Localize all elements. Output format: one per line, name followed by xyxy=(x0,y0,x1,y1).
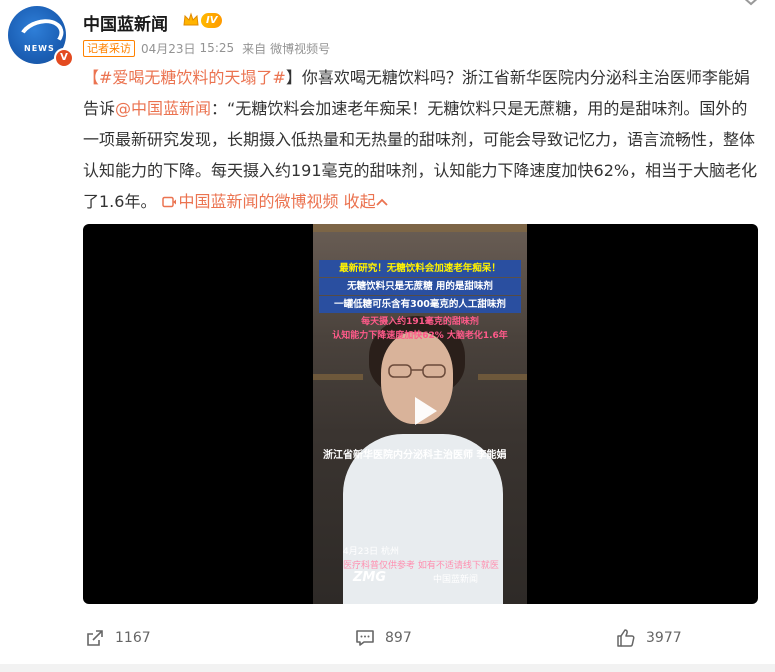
source-link[interactable]: 微博视频号 xyxy=(270,40,330,57)
chevron-down-icon[interactable] xyxy=(740,0,762,8)
comment-button[interactable]: 897 xyxy=(355,628,412,648)
crown-icon[interactable] xyxy=(182,11,200,29)
avatar[interactable]: NEWS V xyxy=(8,6,74,68)
speaker-caption: 浙江省新华医院内分泌科主治医师 李能娟 xyxy=(323,450,507,461)
mention-link[interactable]: @中国蓝新闻 xyxy=(115,99,211,118)
video-player[interactable]: 最新研究！无糖饮料会加速老年痴呆！ 无糖饮料只是无蔗糖 用的是甜味剂 一罐低糖可… xyxy=(83,224,758,604)
video-caption-2: 无糖饮料只是无蔗糖 用的是甜味剂 xyxy=(319,278,521,295)
video-link-label: 中国蓝新闻的微博视频 xyxy=(178,192,339,211)
post-date[interactable]: 04月23日 xyxy=(141,40,196,57)
video-link-icon xyxy=(161,196,176,208)
share-count: 1167 xyxy=(115,630,151,646)
comment-count: 897 xyxy=(385,630,412,646)
collapse-label: 收起 xyxy=(343,192,376,211)
chevron-up-icon xyxy=(376,198,388,206)
source-prefix: 来自 xyxy=(242,41,267,56)
thumbs-up-icon xyxy=(617,629,635,647)
hashtag-link[interactable]: #爱喝无糖饮料的天塌了# xyxy=(99,68,286,87)
divider xyxy=(0,664,775,672)
verified-badge-icon: V xyxy=(54,48,74,68)
post-time[interactable]: 15:25 xyxy=(200,41,235,55)
like-count: 3977 xyxy=(646,630,682,646)
zmg-logo: ZMG xyxy=(353,570,387,585)
video-source-link[interactable]: 中国蓝新闻的微博视频 xyxy=(161,192,339,211)
hashtag-bracket-close: 】 xyxy=(285,68,302,87)
play-icon[interactable] xyxy=(405,392,443,430)
meta-row: 记者采访 04月23日 15:25 来自 微博视频号 xyxy=(83,39,330,57)
bookshelf-graphic xyxy=(313,374,363,380)
hashtag-bracket-open: 【 xyxy=(83,68,100,87)
share-button[interactable]: 1167 xyxy=(85,628,151,648)
video-caption-3: 一罐低糖可乐含有300毫克的人工甜味剂 xyxy=(319,296,521,313)
bookshelf-graphic xyxy=(313,224,527,232)
comment-icon xyxy=(356,630,374,646)
avatar-news-text: NEWS xyxy=(24,44,55,53)
glasses-graphic xyxy=(388,364,446,378)
video-frame[interactable]: 最新研究！无糖饮料会加速老年痴呆！ 无糖饮料只是无蔗糖 用的是甜味剂 一罐低糖可… xyxy=(313,224,527,604)
like-button[interactable]: 3977 xyxy=(616,628,682,648)
level-badge[interactable]: IV xyxy=(201,13,223,28)
reporter-tag: 记者采访 xyxy=(83,39,135,57)
channel-logo: 中国蓝新闻 xyxy=(433,575,479,585)
action-bar: 1167 897 3977 xyxy=(0,616,775,666)
bookshelf-graphic xyxy=(478,374,527,380)
video-caption-5: 认知能力下降速度加快62% 大脑老化1.6年 xyxy=(332,331,508,341)
collapse-button[interactable]: 收起 xyxy=(344,192,388,211)
share-icon xyxy=(87,630,103,646)
video-date-caption: 4月23日 杭州 xyxy=(343,547,400,557)
post-text: 【#爱喝无糖饮料的天塌了#】你喜欢喝无糖饮料吗？浙江省新华医院内分泌科主治医师李… xyxy=(83,62,763,217)
video-caption-1: 最新研究！无糖饮料会加速老年痴呆！ xyxy=(319,260,521,277)
account-name[interactable]: 中国蓝新闻 xyxy=(83,10,168,35)
